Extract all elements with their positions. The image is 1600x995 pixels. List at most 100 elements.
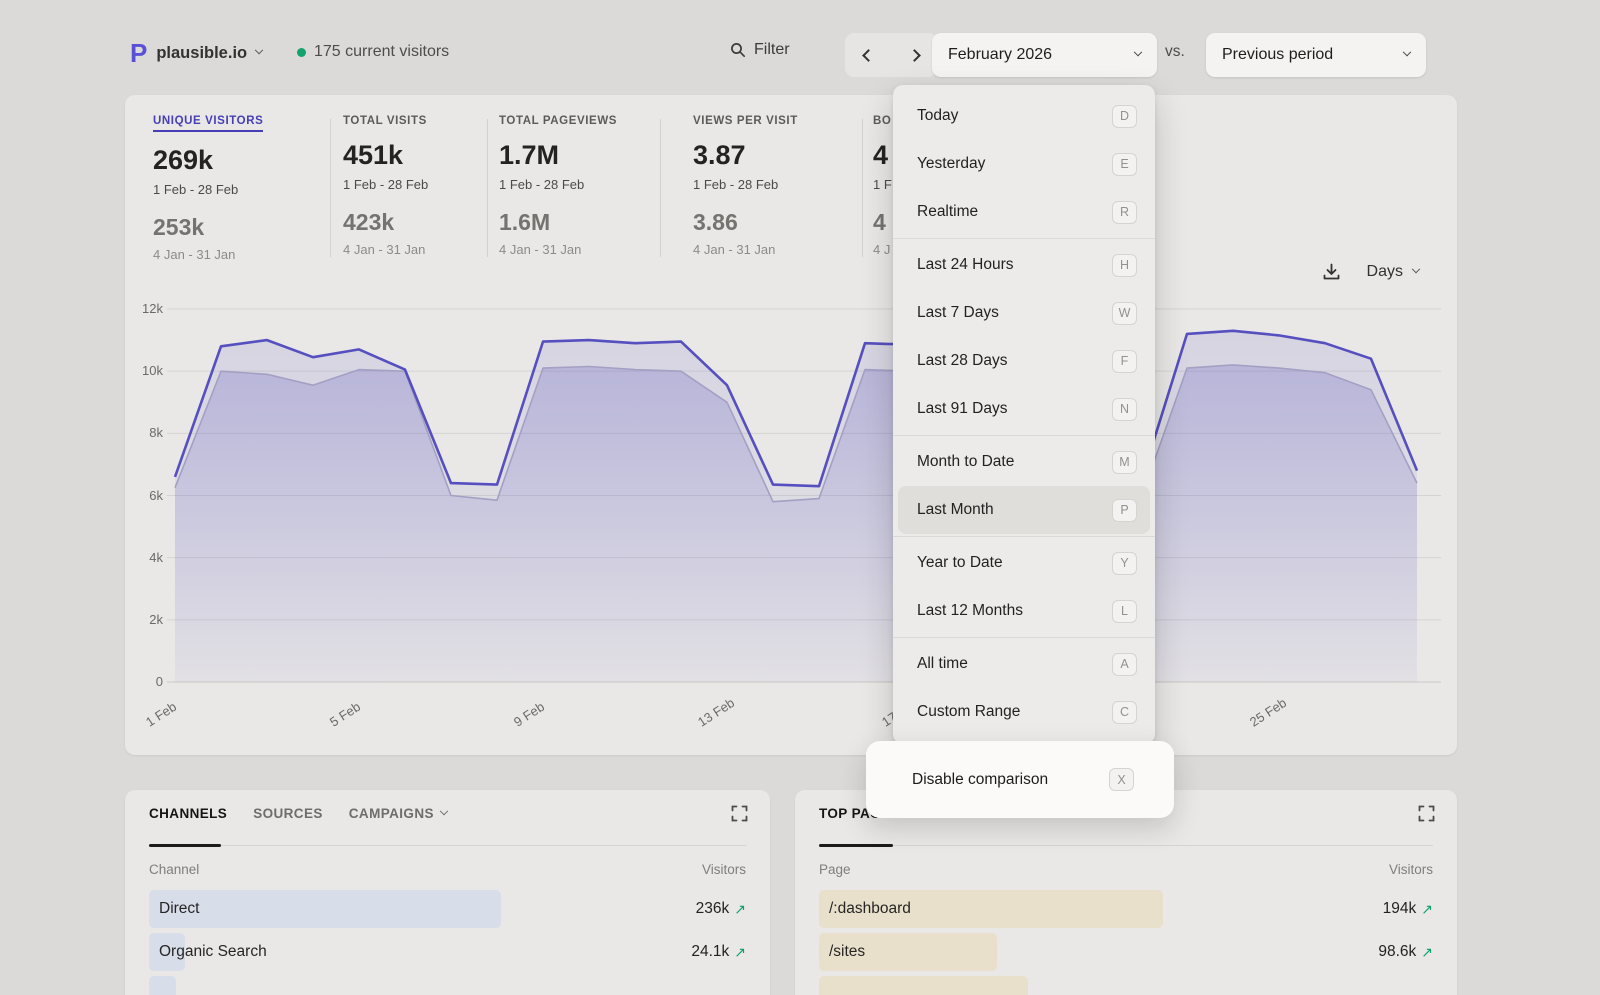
stat-label: TOTAL PAGEVIEWS (499, 115, 617, 127)
row-bar (819, 976, 1028, 995)
menu-item-all-time[interactable]: All timeA (898, 640, 1150, 688)
menu-item-last-24-hours[interactable]: Last 24 HoursH (898, 241, 1150, 289)
metric-header: Visitors (702, 862, 746, 877)
comparison-dropdown[interactable]: Previous period (1206, 33, 1426, 77)
tab-channels[interactable]: CHANNELS (149, 806, 227, 821)
expand-icon (1418, 805, 1435, 822)
table-row[interactable]: /:dashboard194k↗ (819, 890, 1433, 928)
stat-total-pageviews[interactable]: TOTAL PAGEVIEWS1.7M1 Feb - 28 Feb1.6M4 J… (499, 115, 617, 257)
interval-dropdown[interactable]: Days (1367, 263, 1419, 281)
stat-views-per-visit[interactable]: VIEWS PER VISIT3.871 Feb - 28 Feb3.864 J… (693, 115, 798, 257)
menu-item-last-month[interactable]: Last Month P (898, 486, 1150, 534)
chevron-down-icon (255, 46, 263, 54)
date-range-menu: TodayDYesterdayERealtimeRLast 24 HoursHL… (893, 85, 1155, 744)
stat-previous-period: 4 Jan - 31 Jan (343, 242, 428, 257)
prev-period-button[interactable] (853, 36, 883, 74)
breakdown-column-headers: Channel Visitors (149, 862, 746, 877)
disable-comparison-panel: Disable comparison X (866, 741, 1174, 818)
table-row[interactable]: /sites98.6k↗ (819, 933, 1433, 971)
trend-up-icon: ↗ (1421, 890, 1433, 928)
row-label[interactable]: Organic Search (159, 933, 267, 971)
menu-item-realtime[interactable]: RealtimeR (898, 188, 1150, 236)
current-visitors[interactable]: 175 current visitors (297, 43, 449, 61)
stat-value: 3.87 (693, 140, 798, 171)
next-period-button[interactable] (899, 36, 929, 74)
chart-controls: Days (1322, 263, 1419, 281)
menu-item-last-12-months[interactable]: Last 12 MonthsL (898, 587, 1150, 635)
menu-item-label: Yesterday (917, 155, 985, 173)
search-icon (730, 42, 746, 58)
menu-item-yesterday[interactable]: YesterdayE (898, 140, 1150, 188)
row-bar (149, 890, 501, 928)
top-bar: P plausible.io 175 current visitors Filt… (125, 30, 1457, 80)
x-tick-label: 9 Feb (511, 699, 547, 730)
tab-sources[interactable]: SOURCES (253, 806, 323, 821)
download-icon (1322, 263, 1341, 281)
dimension-header: Channel (149, 862, 199, 877)
menu-item-disable-comparison[interactable]: Disable comparison X (893, 756, 1147, 804)
menu-group: TodayDYesterdayERealtimeR (893, 90, 1155, 238)
breakdown-rows: /:dashboard194k↗ /sites98.6k↗ (819, 890, 1433, 995)
dimension-header: Page (819, 862, 851, 877)
y-tick-label: 12k (129, 301, 163, 316)
stat-previous-value: 1.6M (499, 209, 617, 236)
menu-item-last-28-days[interactable]: Last 28 DaysF (898, 337, 1150, 385)
menu-item-label: Last Month (917, 501, 994, 519)
chevron-down-icon (1134, 48, 1142, 56)
stat-value: 4 (873, 140, 892, 171)
stat-bo[interactable]: BO41 F44 J (873, 115, 892, 257)
stat-divider (487, 119, 488, 257)
shortcut-key: Y (1112, 552, 1137, 575)
chevron-left-icon (862, 49, 875, 62)
menu-item-label: Disable comparison (912, 771, 1048, 789)
stat-label: UNIQUE VISITORS (153, 115, 263, 132)
stat-divider (330, 119, 331, 257)
y-tick-label: 0 (129, 674, 163, 689)
stat-previous-period: 4 J (873, 242, 892, 257)
menu-item-today[interactable]: TodayD (898, 92, 1150, 140)
channels-card: CHANNELS SOURCES CAMPAIGNS Channel Visitors… (125, 790, 770, 995)
stat-previous-value: 4 (873, 209, 892, 236)
current-visitors-label: 175 current visitors (314, 43, 449, 61)
shortcut-key: F (1112, 350, 1137, 373)
table-row[interactable] (149, 976, 746, 995)
plausible-logo-icon: P (130, 38, 147, 68)
row-value: 236k↗ (696, 890, 746, 928)
expand-button[interactable] (731, 805, 748, 827)
row-label[interactable]: /:dashboard (829, 890, 911, 928)
menu-item-last-7-days[interactable]: Last 7 DaysW (898, 289, 1150, 337)
breakdown-rows: Direct 236k↗ Organic Search 24.1k↗ (149, 890, 746, 995)
export-button[interactable] (1322, 263, 1341, 281)
shortcut-key: L (1112, 600, 1137, 623)
shortcut-key: P (1112, 499, 1137, 522)
menu-group: All timeACustom RangeC (893, 637, 1155, 738)
table-row[interactable] (819, 976, 1433, 995)
row-value: 24.1k↗ (691, 933, 746, 971)
menu-item-year-to-date[interactable]: Year to Date Y (898, 539, 1150, 587)
analytics-card: UNIQUE VISITORS269k1 Feb - 28 Feb253k4 J… (125, 95, 1457, 755)
menu-item-last-91-days[interactable]: Last 91 DaysN (898, 385, 1150, 433)
pages-card: TOP PAGESENTRY PAGESEXIT PAGES PageVisit… (795, 790, 1457, 995)
site-switcher[interactable]: P plausible.io (130, 38, 262, 68)
trend-up-icon: ↗ (734, 890, 746, 928)
menu-item-label: All time (917, 655, 968, 673)
tab-label: SOURCES (253, 806, 323, 821)
table-row[interactable]: Direct 236k↗ (149, 890, 746, 928)
x-tick-label: 1 Feb (143, 699, 179, 730)
shortcut-key: M (1112, 451, 1137, 474)
tab-campaigns[interactable]: CAMPAIGNS (349, 806, 447, 821)
menu-item-label: Last 24 Hours (917, 256, 1014, 274)
stat-total-visits[interactable]: TOTAL VISITS451k1 Feb - 28 Feb423k4 Jan … (343, 115, 428, 257)
row-label[interactable]: Direct (159, 890, 199, 928)
table-row[interactable]: Organic Search 24.1k↗ (149, 933, 746, 971)
breakdown-tabs: CHANNELS SOURCES CAMPAIGNS (149, 806, 746, 821)
menu-item-label: Last 7 Days (917, 304, 999, 322)
menu-item-label: Year to Date (917, 554, 1003, 572)
row-label[interactable]: /sites (829, 933, 865, 971)
filter-button[interactable]: Filter (730, 41, 790, 59)
date-range-dropdown[interactable]: February 2026 (932, 33, 1157, 77)
stat-unique-visitors[interactable]: UNIQUE VISITORS269k1 Feb - 28 Feb253k4 J… (153, 115, 263, 262)
menu-item-month-to-date[interactable]: Month to DateM (898, 438, 1150, 486)
expand-button[interactable] (1418, 805, 1435, 827)
menu-item-custom-range[interactable]: Custom RangeC (898, 688, 1150, 736)
